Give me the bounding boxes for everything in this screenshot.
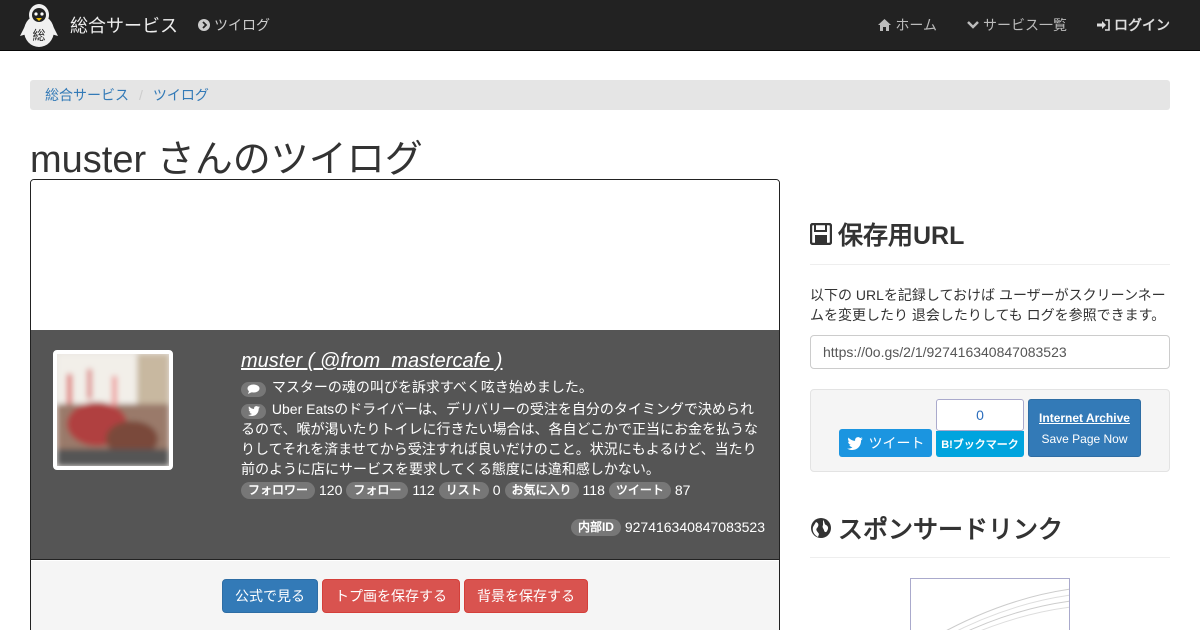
- latest-tweet-text: Uber Eatsのドライバーは、デリバリーの受注を自分のタイミングで決められる…: [241, 401, 759, 477]
- breadcrumb-item-tsuilog[interactable]: ツイログ: [153, 85, 209, 105]
- save-top-image-button[interactable]: トプ画を保存する: [322, 579, 460, 613]
- sponsor-heading: スポンサードリンク: [810, 510, 1063, 546]
- stat-lists-value: 0: [492, 482, 501, 498]
- profile-stats: フォロワー 120 フォロー 112 リスト 0 お気に入り 118 ツイート 87: [241, 480, 766, 500]
- profile-card: muster ( @from_mastercafe ) マスターの魂の叫びを訴求…: [30, 179, 780, 630]
- nav-right: ホーム サービス一覧 ログイン: [848, 0, 1170, 50]
- sign-in-icon: [1097, 19, 1110, 31]
- view-official-button[interactable]: 公式で見る: [222, 579, 318, 613]
- stat-followers-value: 120: [319, 482, 343, 498]
- profile-bio-text: マスターの魂の叫びを訴求すべく呟き始めました。: [271, 379, 593, 395]
- hatena-bookmark-button[interactable]: B!ブックマーク: [936, 431, 1024, 457]
- internal-id-value: 927416340847083523: [624, 519, 765, 535]
- save-url-heading-text: 保存用URL: [838, 222, 965, 250]
- twitter-icon: [241, 403, 266, 419]
- profile-latest-tweet: Uber Eatsのドライバーは、デリバリーの受注を自分のタイミングで決められる…: [241, 399, 766, 479]
- save-url-heading: 保存用URL: [810, 216, 964, 252]
- profile-bio: マスターの魂の叫びを訴求すべく呟き始めました。: [241, 377, 766, 397]
- breadcrumb-item-home[interactable]: 総合サービス: [45, 85, 129, 105]
- internet-archive-button[interactable]: Internet Archive Save Page Now: [1028, 399, 1141, 457]
- stat-tweets-value: 87: [674, 482, 691, 498]
- penguin-logo-icon: 総: [20, 4, 58, 47]
- nav-home-label: ホーム: [895, 17, 937, 33]
- save-background-button[interactable]: 背景を保存する: [464, 579, 588, 613]
- tweet-button-label: ツイート: [868, 435, 925, 451]
- nav-section-tsuilog[interactable]: ツイログ: [198, 0, 270, 50]
- sponsor-heading-text: スポンサードリンク: [838, 516, 1064, 544]
- nav-services-label: サービス一覧: [983, 17, 1067, 33]
- stat-following-label: フォロー: [346, 482, 409, 499]
- chevron-down-icon: [967, 21, 979, 29]
- stat-following-value: 112: [412, 482, 435, 498]
- divider: [810, 264, 1170, 265]
- divider: [810, 557, 1170, 558]
- profile-details: muster ( @from_mastercafe ) マスターの魂の叫びを訴求…: [241, 350, 766, 500]
- nav-login[interactable]: ログイン: [1097, 15, 1170, 35]
- globe-icon: [811, 518, 831, 538]
- internet-archive-subtitle: Save Page Now: [1041, 432, 1128, 446]
- nav-services[interactable]: サービス一覧: [967, 15, 1067, 35]
- avatar-image: [57, 354, 169, 466]
- stat-tweets-label: ツイート: [608, 482, 671, 499]
- navbar: 総 総合サービス ツイログ ホーム サービス一覧 ログイン: [0, 0, 1200, 51]
- share-panel: ツイート 0 B!ブックマーク Internet Archive Save Pa…: [810, 389, 1170, 472]
- nav-login-label: ログイン: [1114, 17, 1170, 33]
- internal-id-label: 内部ID: [570, 519, 621, 536]
- twitter-icon: [846, 436, 863, 450]
- profile-actions: 公式で見る トプ画を保存する 背景を保存する: [31, 561, 779, 630]
- hatena-bookmark-count: 0: [936, 399, 1024, 431]
- brand-name: 総合サービス: [70, 16, 178, 36]
- stat-followers-label: フォロワー: [241, 482, 316, 499]
- nav-home[interactable]: ホーム: [878, 15, 937, 35]
- tweet-button[interactable]: ツイート: [839, 429, 932, 457]
- save-url-input[interactable]: [810, 335, 1170, 369]
- brand-link[interactable]: 総 総合サービス: [18, 2, 178, 48]
- chevron-circle-right-icon: [198, 19, 210, 31]
- internal-id: 内部ID 927416340847083523: [570, 519, 765, 536]
- save-icon: [810, 223, 832, 245]
- stat-favorites-value: 118: [582, 482, 605, 498]
- profile-banner: [31, 180, 779, 330]
- breadcrumb-separator: /: [139, 87, 143, 103]
- page-title: muster さんのツイログ: [30, 139, 423, 181]
- stat-favorites-label: お気に入り: [504, 482, 579, 499]
- internet-archive-title: Internet Archive: [1039, 411, 1130, 425]
- avatar[interactable]: [53, 350, 173, 470]
- sponsor-ad[interactable]: [910, 578, 1070, 630]
- nav-section-label: ツイログ: [214, 17, 270, 33]
- svg-text:総: 総: [32, 29, 45, 44]
- profile-info: muster ( @from_mastercafe ) マスターの魂の叫びを訴求…: [31, 330, 779, 560]
- home-icon: [878, 19, 892, 31]
- breadcrumb: 総合サービス / ツイログ: [30, 80, 1170, 110]
- stat-lists-label: リスト: [438, 482, 489, 499]
- ad-image: [946, 588, 1069, 630]
- comment-icon: [241, 381, 266, 397]
- profile-name-link[interactable]: muster ( @from_mastercafe ): [241, 350, 502, 372]
- save-url-description: 以下の URLを記録しておけば ユーザーがスクリーンネームを変更したり 退会した…: [810, 287, 1166, 323]
